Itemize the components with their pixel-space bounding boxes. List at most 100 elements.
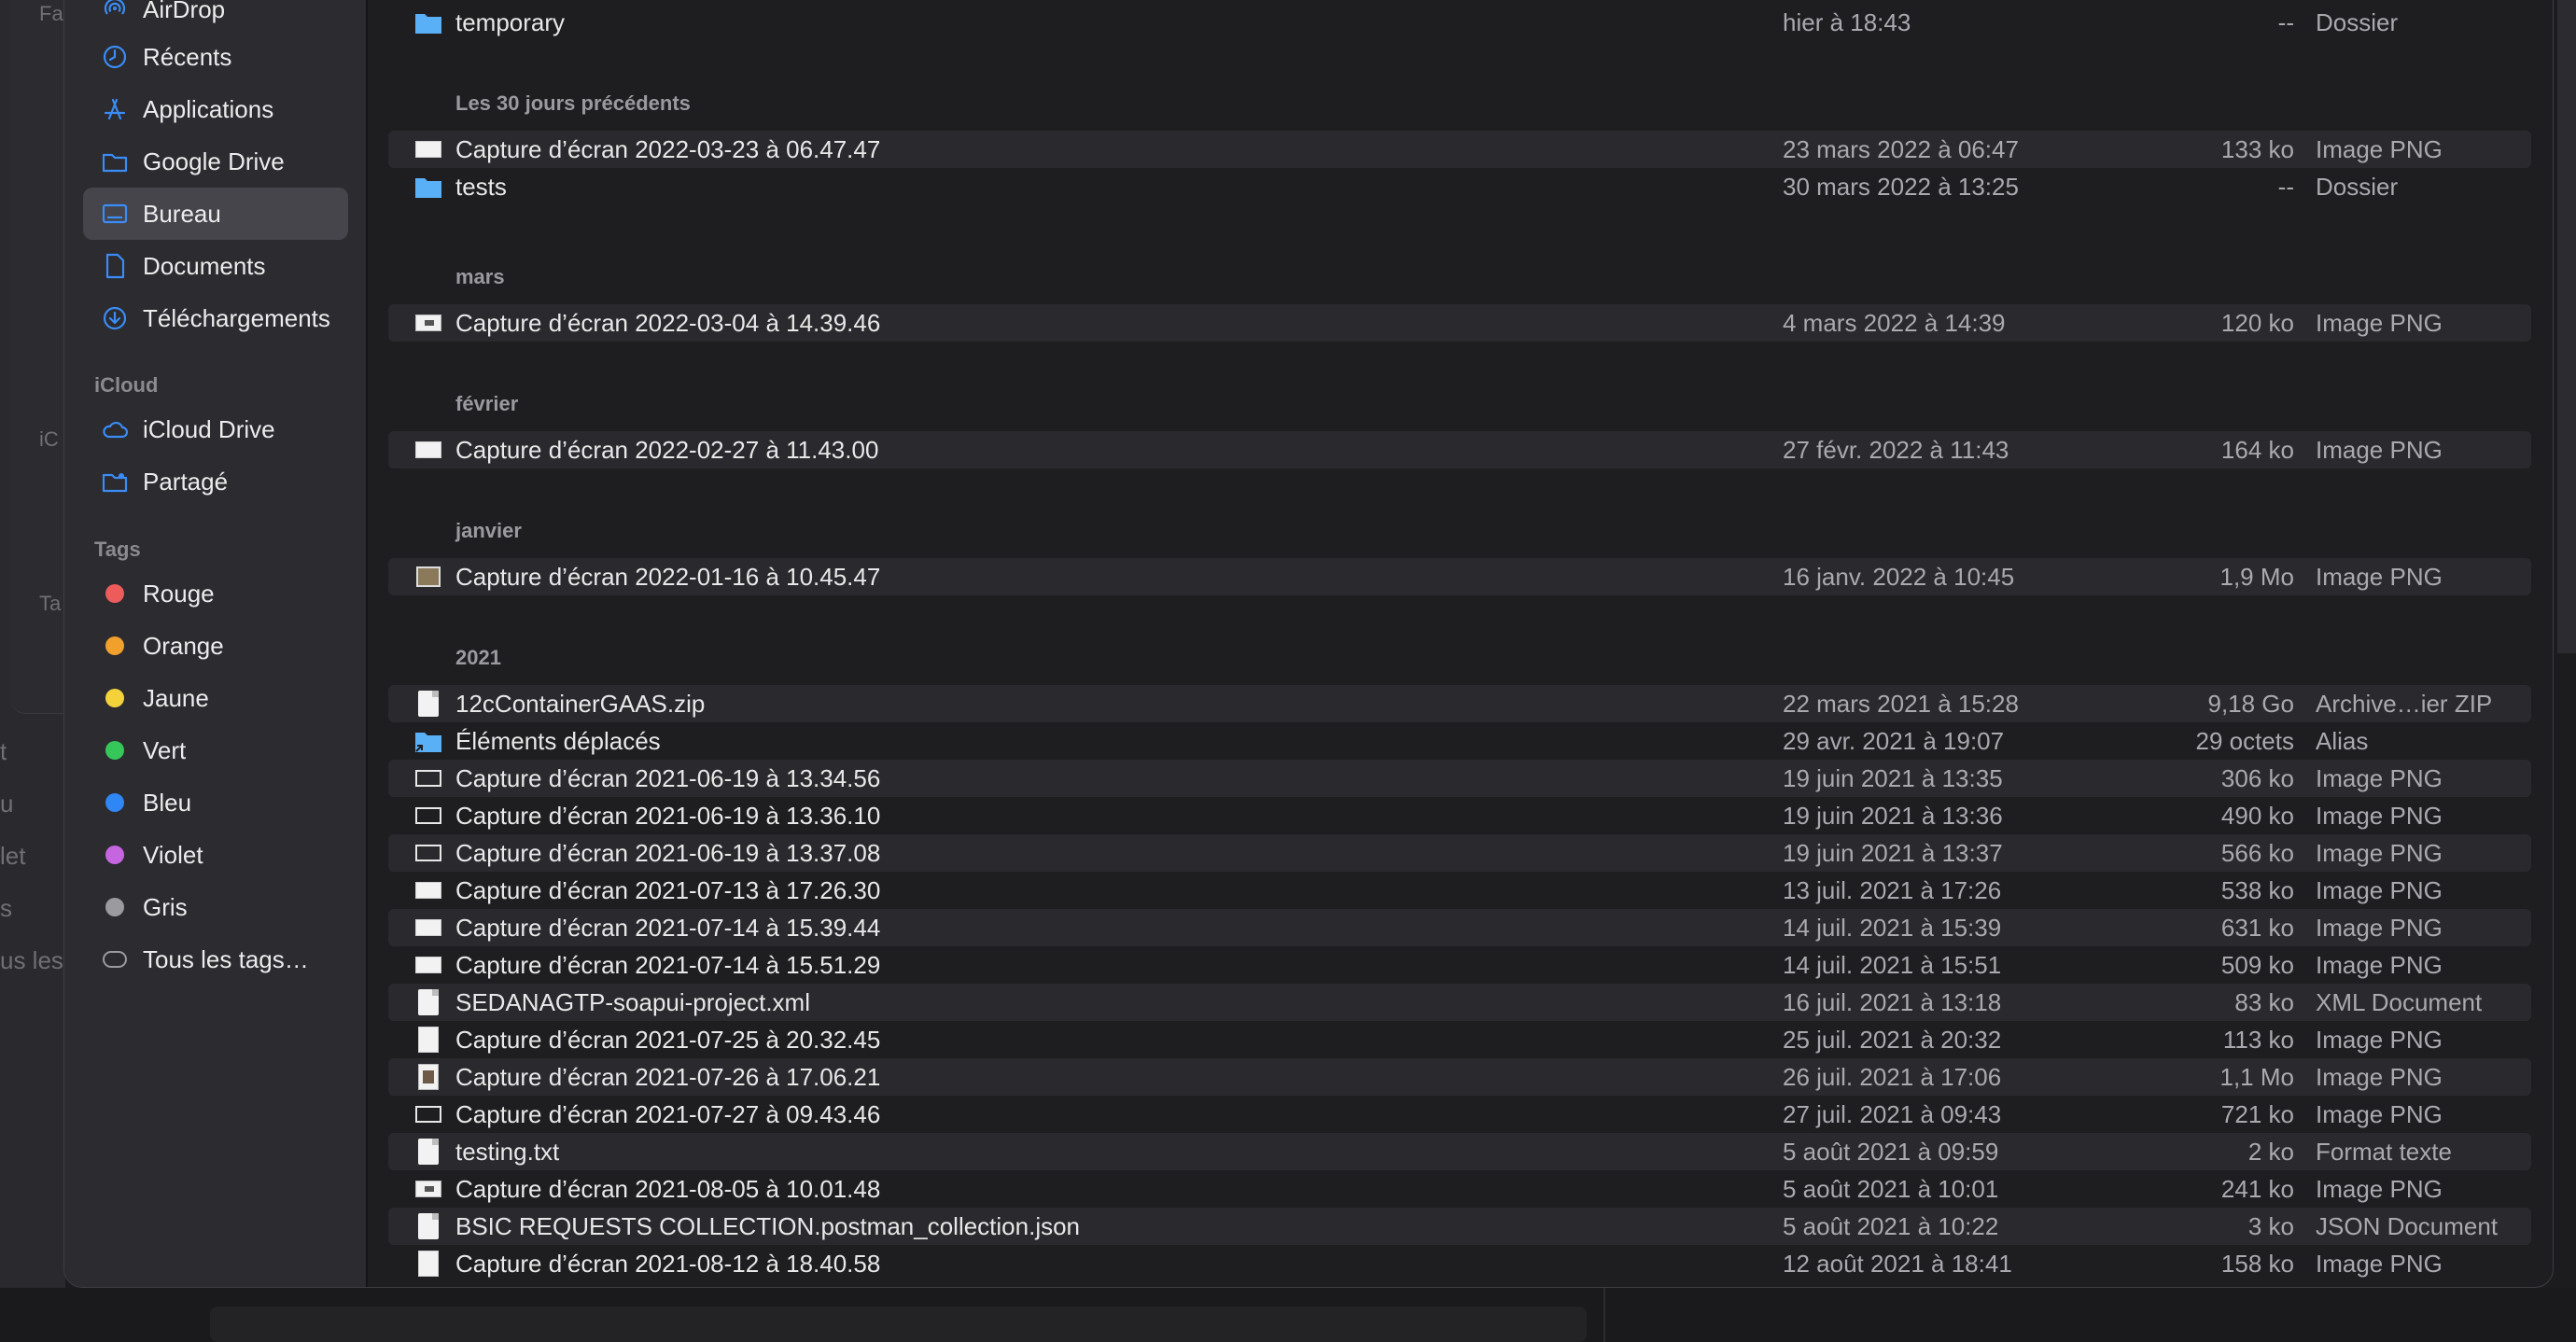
file-size: 1,1 Mo: [2219, 1062, 2295, 1091]
sidebar-tag-orange[interactable]: Orange: [83, 620, 348, 672]
file-size: 509 ko: [2220, 950, 2294, 979]
airdrop-icon: [100, 0, 130, 24]
list-item[interactable]: 12cContainerGAAS.zip 22 mars 2021 à 15:2…: [388, 685, 2531, 722]
tag-dot-icon: [105, 793, 124, 812]
list-item[interactable]: Capture d’écran 2021-07-25 à 20.32.45 25…: [388, 1021, 2531, 1058]
document-icon: [414, 1138, 442, 1166]
file-name: Capture d’écran 2021-08-12 à 18.40.58: [455, 1249, 881, 1278]
file-size: 2 ko: [2247, 1137, 2294, 1166]
file-name: Capture d’écran 2021-06-19 à 13.36.10: [455, 801, 881, 830]
file-name: testing.txt: [455, 1137, 560, 1166]
file-kind: Image PNG: [2316, 1249, 2443, 1278]
list-item[interactable]: Capture d’écran 2022-02-27 à 11.43.00 27…: [388, 431, 2531, 468]
folder-icon: [414, 173, 442, 201]
list-item[interactable]: Capture d’écran 2021-06-19 à 13.34.56 19…: [388, 760, 2531, 797]
list-item[interactable]: Capture d’écran 2021-07-13 à 17.26.30 13…: [388, 872, 2531, 909]
png-dark-icon: [414, 1175, 442, 1203]
list-item[interactable]: Capture d’écran 2022-01-16 à 10.45.47 16…: [388, 558, 2531, 595]
sidebar-tag-gris[interactable]: Gris: [83, 881, 348, 933]
list-item[interactable]: Capture d’écran 2022-03-04 à 14.39.46 4 …: [388, 304, 2531, 342]
file-name: Capture d’écran 2022-03-23 à 06.47.47: [455, 134, 881, 163]
sidebar-item-label: Jaune: [143, 683, 209, 712]
png-wide-icon: [414, 436, 442, 464]
tag-dot-icon: [105, 584, 124, 603]
list-item[interactable]: Capture d’écran 2021-08-05 à 10.01.48 5 …: [388, 1170, 2531, 1208]
list-item[interactable]: Éléments déplacés 29 avr. 2021 à 19:07 2…: [388, 722, 2531, 760]
file-name: SEDANAGTP-soapui-project.xml: [455, 987, 810, 1016]
file-date: 4 mars 2022 à 14:39: [1783, 308, 2006, 337]
png-outline-icon: [414, 839, 442, 867]
sidebar-item-icloud-drive[interactable]: iCloud Drive: [83, 403, 348, 455]
file-date: 25 juil. 2021 à 20:32: [1783, 1025, 2002, 1054]
sidebar-item-recents[interactable]: Récents: [83, 31, 348, 83]
file-kind: JSON Document: [2316, 1211, 2499, 1240]
file-kind: Dossier: [2316, 172, 2399, 201]
png-tall-icon: [414, 1250, 442, 1278]
file-name: Capture d’écran 2021-07-14 à 15.51.29: [455, 950, 881, 979]
shared-folder-icon: [100, 467, 130, 496]
sidebar-item-applications[interactable]: Applications: [83, 83, 348, 135]
document-icon: [414, 1212, 442, 1240]
sidebar-tag-jaune[interactable]: Jaune: [83, 672, 348, 724]
list-item[interactable]: testing.txt 5 août 2021 à 09:59 2 ko For…: [388, 1133, 2531, 1170]
list-item[interactable]: Capture d’écran 2021-07-26 à 17.06.21 26…: [388, 1058, 2531, 1096]
png-dark-icon: [414, 309, 442, 337]
list-item[interactable]: Capture d’écran 2022-03-23 à 06.47.47 23…: [388, 131, 2531, 168]
png-tall-icon: [414, 1026, 442, 1054]
png-wide-icon: [414, 951, 442, 979]
file-date: 5 août 2021 à 10:22: [1783, 1211, 1999, 1240]
background-text: t: [0, 737, 7, 765]
file-size: 9,18 Go: [2207, 689, 2294, 718]
list-item[interactable]: BSIC REQUESTS COLLECTION.postman_collect…: [388, 1208, 2531, 1245]
sidebar-item-label: Vert: [143, 735, 187, 764]
file-kind: Image PNG: [2316, 763, 2443, 792]
sidebar-item-google-drive[interactable]: Google Drive: [83, 135, 348, 188]
list-item[interactable]: Capture d’écran 2021-06-19 à 13.37.08 19…: [388, 834, 2531, 872]
list-item[interactable]: SEDANAGTP-soapui-project.xml 16 juil. 20…: [388, 984, 2531, 1021]
clock-icon: [100, 42, 130, 72]
file-date: 13 juil. 2021 à 17:26: [1783, 875, 2002, 904]
sidebar-item-bureau[interactable]: Bureau: [83, 188, 348, 240]
file-size: 120 ko: [2220, 308, 2294, 337]
file-name: Capture d’écran 2021-07-25 à 20.32.45: [455, 1025, 881, 1054]
sidebar-item-documents[interactable]: Documents: [83, 240, 348, 292]
file-name: Capture d’écran 2022-02-27 à 11.43.00: [455, 435, 879, 464]
sidebar-item-partage[interactable]: Partagé: [83, 455, 348, 508]
list-item[interactable]: Capture d’écran 2021-07-14 à 15.39.44 14…: [388, 909, 2531, 946]
file-kind: Image PNG: [2316, 913, 2443, 942]
file-size: 164 ko: [2220, 435, 2294, 464]
sidebar-tag-rouge[interactable]: Rouge: [83, 567, 348, 620]
file-date: 5 août 2021 à 09:59: [1783, 1137, 1999, 1166]
tag-dot-icon: [105, 689, 124, 707]
list-item[interactable]: tests 30 mars 2022 à 13:25 -- Dossier: [388, 168, 2531, 205]
sidebar-tag-vert[interactable]: Vert: [83, 724, 348, 776]
sidebar-tag-bleu[interactable]: Bleu: [83, 776, 348, 829]
png-outline-icon: [414, 802, 442, 830]
file-kind: Image PNG: [2316, 838, 2443, 867]
background-text: u: [0, 790, 14, 818]
file-date: 19 juin 2021 à 13:37: [1783, 838, 2003, 867]
list-item[interactable]: Capture d’écran 2021-08-12 à 18.40.58 12…: [388, 1245, 2531, 1282]
photo-tall-icon: [414, 1063, 442, 1091]
file-name: Capture d’écran 2021-08-05 à 10.01.48: [455, 1174, 881, 1203]
sidebar-item-label: Violet: [143, 840, 203, 869]
file-kind: Image PNG: [2316, 801, 2443, 830]
list-item[interactable]: temporary hier à 18:43 -- Dossier: [388, 4, 2531, 41]
all-tags-icon: [103, 951, 127, 968]
file-size: 631 ko: [2220, 913, 2294, 942]
sidebar-all-tags[interactable]: Tous les tags…: [83, 933, 348, 986]
list-item[interactable]: Capture d’écran 2021-06-19 à 13.36.10 19…: [388, 797, 2531, 834]
group-header: janvier: [455, 519, 522, 542]
file-size: --: [2277, 172, 2294, 201]
sidebar-item-label: Documents: [143, 251, 266, 280]
file-kind: Image PNG: [2316, 435, 2443, 464]
file-size: 306 ko: [2220, 763, 2294, 792]
sidebar-item-telechargements[interactable]: Téléchargements: [83, 292, 348, 344]
file-name: Capture d’écran 2021-07-13 à 17.26.30: [455, 875, 881, 904]
file-size: 83 ko: [2234, 987, 2294, 1016]
sidebar-tag-violet[interactable]: Violet: [83, 829, 348, 881]
list-item[interactable]: Capture d’écran 2021-07-27 à 09.43.46 27…: [388, 1096, 2531, 1133]
list-item[interactable]: Capture d’écran 2021-07-14 à 15.51.29 14…: [388, 946, 2531, 984]
file-kind: Image PNG: [2316, 875, 2443, 904]
file-kind: Image PNG: [2316, 134, 2443, 163]
